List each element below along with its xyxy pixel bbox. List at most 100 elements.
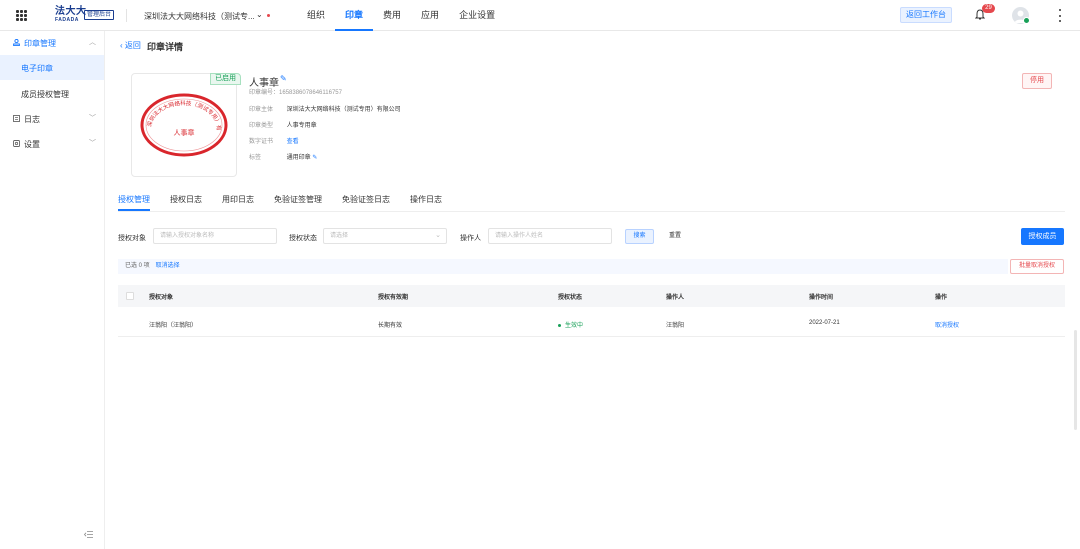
column-header: 授权状态 <box>558 295 583 301</box>
column-header: 授权对象 <box>149 295 174 301</box>
sidebar-group-label: 日志 <box>24 115 40 124</box>
page-title: 印章详情 <box>147 42 184 52</box>
sidebar-group-label: 设置 <box>24 140 40 149</box>
cell-time: 2022-07-21 <box>809 320 840 326</box>
nav-apps[interactable]: 应用 <box>411 0 449 31</box>
tab-operation-log[interactable]: 操作日志 <box>410 191 442 211</box>
fadada-logo[interactable]: 法大大 FADADA <box>55 7 87 24</box>
scrollbar[interactable] <box>1074 330 1077 430</box>
main-content: ‹ 返回 印章详情 已启用 深圳法大大网络科技（测试专用）有限公司 人事章 人事… <box>105 31 1080 549</box>
nav-fees[interactable]: 费用 <box>373 0 411 31</box>
nav-seal[interactable]: 印章 <box>335 0 374 31</box>
chevron-down-icon: ﹀ <box>89 115 96 122</box>
view-certificate-link[interactable]: 查看 <box>287 139 299 145</box>
seal-center-text: 人事章 <box>174 128 195 137</box>
back-link-label: 返回 <box>124 41 141 50</box>
company-alert-dot <box>267 14 270 17</box>
table-row: 汪翁阳（汪翁阳） 长期有效 生效中 汪翁阳 2022-07-21 取消授权 <box>118 311 1065 337</box>
sidebar-item-member-auth[interactable]: 成员授权管理 <box>0 81 104 106</box>
collapse-sidebar-icon[interactable] <box>84 531 93 538</box>
top-bar: 法大大 FADADA 管理后台 深圳法大大网络科技（测试专... ⌄ 组织 印章… <box>0 0 1080 31</box>
cell-status: 生效中 <box>558 320 583 329</box>
info-row-certificate: 数字证书 查看 <box>249 136 299 145</box>
status-select[interactable]: 请选择 ⌄ <box>323 228 447 244</box>
more-vertical-icon[interactable] <box>1058 9 1062 22</box>
notification-badge: 29 <box>982 4 995 13</box>
tab-auth-log[interactable]: 授权日志 <box>170 191 202 211</box>
cancel-auth-link[interactable]: 取消授权 <box>935 320 959 329</box>
search-button[interactable]: 搜索 <box>625 229 654 244</box>
chevron-down-icon[interactable]: ⌄ <box>256 10 263 19</box>
select-all-checkbox[interactable] <box>126 292 134 300</box>
operator-search-input[interactable]: 请输入操作人姓名 <box>488 228 612 244</box>
app-grid-icon[interactable] <box>16 10 27 21</box>
info-key: 数字证书 <box>249 139 274 145</box>
tab-divider <box>118 211 1065 212</box>
sidebar-item-electronic-seal[interactable]: 电子印章 <box>0 55 104 80</box>
info-key: 印章主体 <box>249 107 274 113</box>
chevron-down-icon: ﹀ <box>89 140 96 147</box>
divider <box>126 9 127 22</box>
status-text: 生效中 <box>565 323 584 329</box>
tab-usage-log[interactable]: 用印日志 <box>222 191 254 211</box>
status-select-placeholder: 请选择 <box>330 233 349 239</box>
info-key: 标签 <box>249 155 262 161</box>
filter-label-operator: 操作人 <box>460 235 481 242</box>
info-value: 人事专用章 <box>286 123 317 129</box>
filter-label-target: 授权对象 <box>118 235 146 242</box>
back-to-workspace-button[interactable]: 返回工作台 <box>900 7 952 23</box>
selected-count: 已选 0 项 <box>125 263 150 269</box>
info-key: 印章类型 <box>249 123 274 129</box>
info-row-owner: 印章主体 深圳法大大网络科技（测试专用）有限公司 <box>249 104 401 113</box>
edit-icon[interactable]: ✎ <box>280 74 287 83</box>
logo-cn: 法大大 <box>55 6 87 17</box>
info-row-type: 印章类型 人事专用章 <box>249 120 317 129</box>
column-header: 操作人 <box>666 295 685 301</box>
info-row-tag: 标签 通用印章 ✎ <box>249 152 317 161</box>
nav-enterprise-settings[interactable]: 企业设置 <box>449 0 505 31</box>
column-header: 操作 <box>935 295 948 301</box>
detail-tabs: 授权管理 授权日志 用印日志 免验证签管理 免验证签日志 操作日志 <box>118 191 462 211</box>
seal-id: 印章编号：1658386078646116757 <box>249 87 342 96</box>
column-header: 操作时间 <box>809 295 834 301</box>
seal-id-label: 印章编号： <box>249 90 280 96</box>
tab-no-verify-management[interactable]: 免验证签管理 <box>274 191 322 211</box>
table-header: 授权对象 授权有效期 授权状态 操作人 操作时间 操作 <box>118 285 1065 307</box>
reset-button[interactable]: 重置 <box>665 229 685 244</box>
chevron-down-icon: ⌄ <box>435 232 441 239</box>
disable-seal-button[interactable]: 停用 <box>1022 73 1052 89</box>
seal-id-value: 1658386078646116757 <box>279 90 342 96</box>
cancel-selection-link[interactable]: 取消选择 <box>156 263 180 269</box>
target-search-input[interactable]: 请输入授权对象名称 <box>153 228 277 244</box>
sidebar-item-label: 电子印章 <box>21 64 53 73</box>
column-header: 授权有效期 <box>378 295 409 301</box>
main-nav: 组织 印章 费用 应用 企业设置 <box>297 0 505 31</box>
sidebar-group-settings[interactable]: 设置 ﹀ <box>0 132 105 156</box>
cell-operator: 汪翁阳 <box>666 323 685 329</box>
settings-icon <box>13 140 20 147</box>
seal-icon <box>13 39 20 46</box>
sidebar: 印章管理 ︿ 电子印章 成员授权管理 日志 ﹀ 设置 ﹀ <box>0 31 105 549</box>
authorize-member-button[interactable]: 授权成员 <box>1021 228 1064 245</box>
back-link[interactable]: ‹ 返回 <box>120 40 141 51</box>
log-icon <box>13 115 20 122</box>
sidebar-group-seal-management[interactable]: 印章管理 ︿ <box>0 31 105 55</box>
chevron-up-icon: ︿ <box>89 39 96 46</box>
cell-validity: 长期有效 <box>378 323 403 329</box>
admin-badge: 管理后台 <box>84 10 115 20</box>
sidebar-group-log[interactable]: 日志 ﹀ <box>0 107 105 131</box>
sidebar-group-label: 印章管理 <box>24 39 56 48</box>
nav-org[interactable]: 组织 <box>297 0 335 31</box>
filter-label-status: 授权状态 <box>289 235 317 242</box>
seal-stamp-image: 深圳法大大网络科技（测试专用）有限公司 人事章 <box>139 91 228 157</box>
logo-en: FADADA <box>55 17 79 23</box>
verified-icon <box>1023 17 1030 24</box>
info-value: 深圳法大大网络科技（测试专用）有限公司 <box>286 107 401 113</box>
batch-cancel-auth-button[interactable]: 批量取消授权 <box>1010 259 1064 274</box>
edit-tag-icon[interactable]: ✎ <box>312 155 317 161</box>
info-value: 通用印章 <box>286 155 311 161</box>
company-switcher[interactable]: 深圳法大大网络科技（测试专... <box>144 11 255 22</box>
cell-target: 汪翁阳（汪翁阳） <box>149 323 198 329</box>
tab-no-verify-log[interactable]: 免验证签日志 <box>342 191 390 211</box>
tab-auth-management[interactable]: 授权管理 <box>118 191 150 211</box>
